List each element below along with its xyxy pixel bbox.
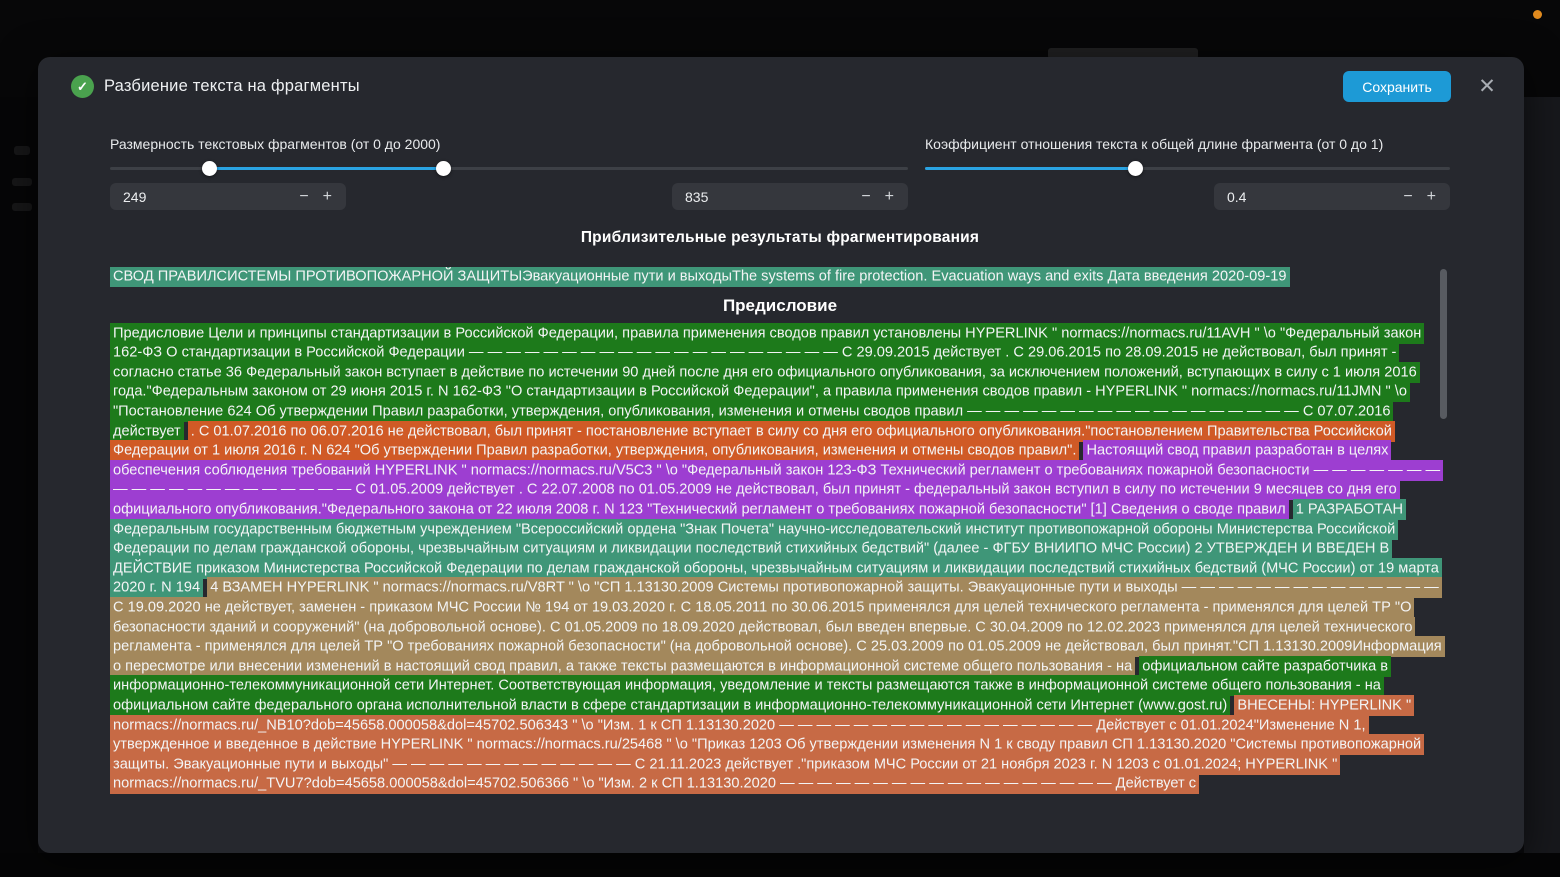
fragments-preview[interactable]: СВОД ПРАВИЛСИСТЕМЫ ПРОТИВОПОЖАРНОЙ ЗАЩИТ…: [110, 267, 1450, 814]
dialog-title: Разбиение текста на фрагменты: [104, 77, 360, 95]
save-button[interactable]: Сохранить: [1343, 71, 1451, 102]
success-check-icon: ✓: [71, 75, 94, 98]
size-slider-label: Размерность текстовых фрагментов (от 0 д…: [110, 136, 441, 152]
notification-dot-icon: [1533, 10, 1542, 19]
background-app-icon: [14, 146, 30, 155]
title-fragment-line: СВОД ПРАВИЛСИСТЕМЫ ПРОТИВОПОЖАРНОЙ ЗАЩИТ…: [110, 267, 1450, 287]
ratio-slider[interactable]: [925, 161, 1450, 176]
ratio-slider-label: Коэффициент отношения текста к общей дли…: [925, 136, 1384, 152]
background-window: [1524, 97, 1560, 853]
ratio-slider-fill: [925, 167, 1135, 170]
ratio-input[interactable]: 0.4 − +: [1214, 183, 1450, 210]
document-heading: Предисловие: [722, 295, 838, 315]
fragments-paragraph: Предисловие Цели и принципы стандартизац…: [110, 322, 1450, 795]
text-fragment: СВОД ПРАВИЛСИСТЕМЫ ПРОТИВОПОЖАРНОЙ ЗАЩИТ…: [110, 267, 1290, 287]
size-slider[interactable]: [110, 161, 908, 176]
ratio-slider-thumb[interactable]: [1128, 161, 1143, 176]
results-heading: Приблизительные результаты фрагментирова…: [580, 229, 980, 246]
size-max-input[interactable]: 835 − +: [672, 183, 908, 210]
size-max-decrement-button[interactable]: −: [861, 183, 870, 210]
size-min-value: 249: [123, 188, 147, 205]
ratio-decrement-button[interactable]: −: [1403, 183, 1412, 210]
size-slider-fill: [209, 167, 443, 170]
ratio-increment-button[interactable]: +: [1427, 183, 1436, 210]
size-min-input[interactable]: 249 − +: [110, 183, 346, 210]
size-max-value: 835: [685, 188, 709, 205]
scrollbar-thumb[interactable]: [1440, 269, 1447, 419]
size-min-increment-button[interactable]: +: [323, 183, 332, 210]
size-slider-thumb-low[interactable]: [202, 161, 217, 176]
background-app-icon: [12, 178, 32, 186]
size-max-increment-button[interactable]: +: [885, 183, 894, 210]
screen: ✓ Разбиение текста на фрагменты Сохранит…: [0, 0, 1560, 877]
size-min-decrement-button[interactable]: −: [299, 183, 308, 210]
size-slider-thumb-high[interactable]: [436, 161, 451, 176]
background-app-icon: [12, 203, 32, 211]
ratio-value: 0.4: [1227, 188, 1247, 205]
close-icon[interactable]: ✕: [1474, 74, 1500, 100]
background-bottom-band: [0, 853, 1560, 877]
fragmentation-dialog: ✓ Разбиение текста на фрагменты Сохранит…: [38, 57, 1524, 853]
